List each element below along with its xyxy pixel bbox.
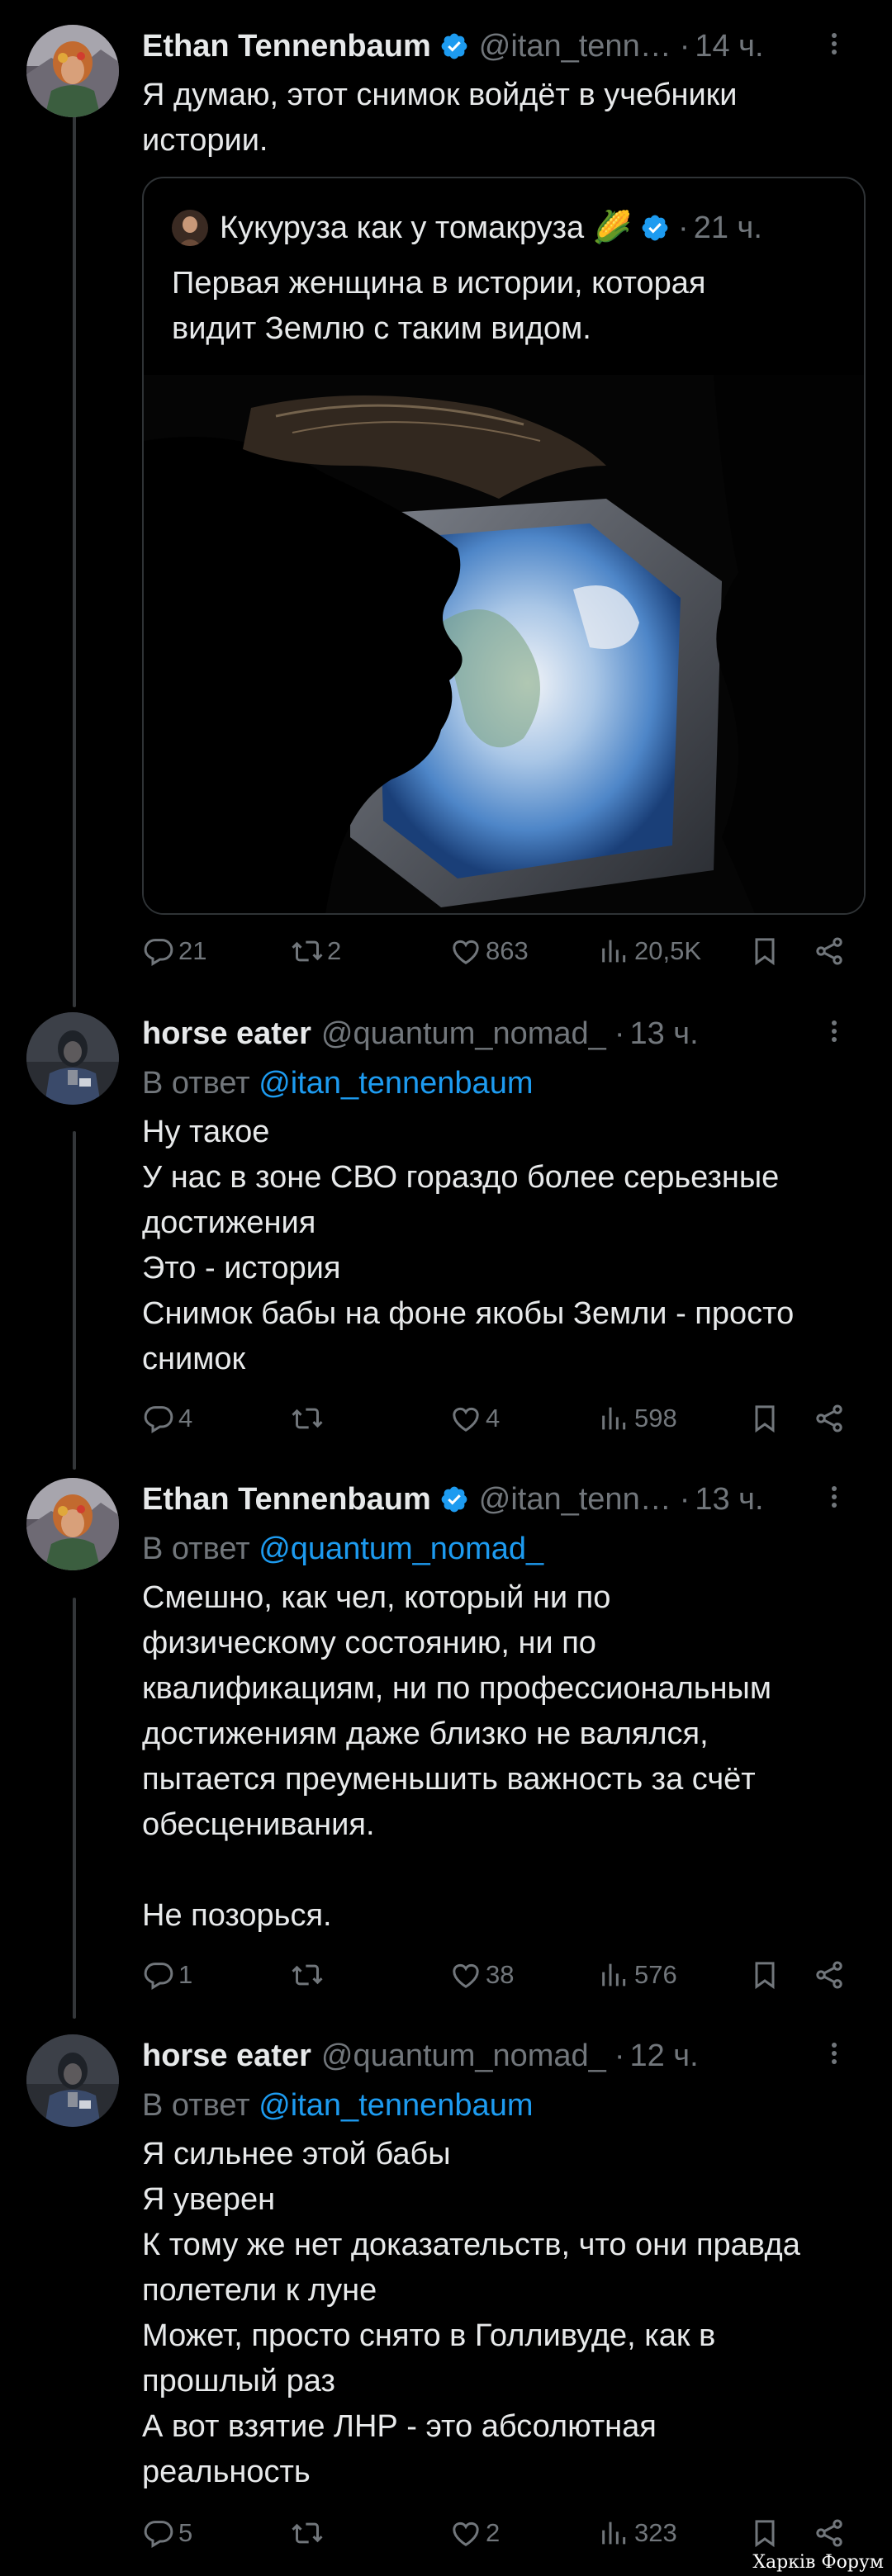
verified-badge-icon	[439, 1485, 469, 1514]
timestamp[interactable]: 12 ч.	[629, 2039, 698, 2074]
author-name[interactable]: Ethan Tennenbaum	[142, 29, 431, 64]
tweet-header: horse eater @quantum_nomad_ · 13 ч.	[142, 1016, 699, 1052]
thread-line	[73, 116, 76, 1007]
quote-photo[interactable]	[144, 375, 864, 913]
tweet-text: Ну такое У нас в зоне СВО гораздо более …	[142, 1115, 795, 1376]
verified-badge-icon	[640, 213, 670, 243]
quote-text: Первая женщина в истории, которая видит …	[172, 266, 706, 346]
tweet-actions: 4 4 598	[142, 1395, 859, 1442]
tweet-text: Я сильнее этой бабы Я уверен К тому же н…	[142, 2137, 800, 2489]
author-handle[interactable]: @quantum_nomad_	[321, 1016, 606, 1052]
quote-avatar	[172, 210, 208, 246]
watermark: Харків Форум	[752, 2552, 884, 2573]
timestamp[interactable]: 13 ч.	[695, 1482, 763, 1518]
verified-badge-icon	[439, 31, 469, 61]
views-button[interactable]: 323	[598, 2517, 677, 2550]
timestamp[interactable]: 13 ч.	[629, 1016, 698, 1052]
thread-line	[73, 1598, 76, 2019]
reply-context: В ответ @itan_tennenbaum	[142, 2088, 534, 2123]
quote-timestamp: 21 ч.	[693, 210, 762, 245]
quoted-tweet[interactable]: Кукуруза как у томакруза 🌽 · 21 ч. Перва…	[142, 177, 866, 915]
tweet-text: Я думаю, этот снимок войдёт в учебники и…	[142, 78, 738, 158]
avatar[interactable]	[26, 2034, 119, 2127]
bookmark-button[interactable]	[748, 1958, 781, 1991]
reply-to-link[interactable]: @itan_tennenbaum	[259, 1066, 533, 1101]
author-name[interactable]: horse eater	[142, 1016, 311, 1052]
timestamp[interactable]: 14 ч.	[695, 29, 763, 64]
share-button[interactable]	[813, 1958, 846, 1991]
bookmark-button[interactable]	[748, 935, 781, 968]
reply-context: В ответ @itan_tennenbaum	[142, 1066, 534, 1101]
retweet-button[interactable]	[291, 2517, 327, 2550]
quote-header: Кукуруза как у томакруза 🌽 · 21 ч.	[172, 203, 864, 253]
tweet-actions: 21 2 863 20,5K	[142, 928, 859, 974]
share-button[interactable]	[813, 1402, 846, 1435]
more-options-icon[interactable]	[816, 1483, 852, 1516]
tweet-text: Смешно, как чел, который ни по физическо…	[142, 1580, 771, 1933]
tweet-header: horse eater @quantum_nomad_ · 12 ч.	[142, 2038, 699, 2074]
like-button[interactable]: 863	[449, 935, 529, 968]
like-button[interactable]: 38	[449, 1958, 514, 1991]
retweet-button[interactable]	[291, 1958, 327, 1991]
author-handle[interactable]: @itan_tenn…	[479, 29, 671, 64]
reply-button[interactable]: 4	[142, 1402, 192, 1435]
quote-author-name: Кукуруза как у томакруза 🌽	[220, 211, 633, 245]
more-options-icon[interactable]	[816, 30, 852, 63]
bookmark-button[interactable]	[748, 1402, 781, 1435]
more-options-icon[interactable]	[816, 1017, 852, 1050]
tweet-actions: 1 38 576	[142, 1952, 859, 1998]
tweet-actions: 5 2 323	[142, 2510, 859, 2556]
views-button[interactable]: 576	[598, 1958, 677, 1991]
tweet-header: Ethan Tennenbaum @itan_tenn… · 13 ч.	[142, 1481, 764, 1518]
reply-to-link[interactable]: @quantum_nomad_	[259, 1532, 543, 1566]
like-button[interactable]: 2	[449, 2517, 500, 2550]
reply-button[interactable]: 5	[142, 2517, 192, 2550]
author-handle[interactable]: @itan_tenn…	[479, 1482, 671, 1518]
reply-button[interactable]: 21	[142, 935, 206, 968]
share-button[interactable]	[813, 2517, 846, 2550]
thread-line	[73, 1131, 76, 1470]
bookmark-button[interactable]	[748, 2517, 781, 2550]
reply-button[interactable]: 1	[142, 1958, 192, 1991]
share-button[interactable]	[813, 935, 846, 968]
author-name[interactable]: Ethan Tennenbaum	[142, 1482, 431, 1518]
avatar[interactable]	[26, 1012, 119, 1105]
reply-context: В ответ @quantum_nomad_	[142, 1532, 544, 1566]
tweet-header: Ethan Tennenbaum @itan_tenn… · 14 ч.	[142, 28, 764, 64]
retweet-button[interactable]	[291, 1402, 327, 1435]
like-button[interactable]: 4	[449, 1402, 500, 1435]
reply-to-link[interactable]: @itan_tennenbaum	[259, 2088, 533, 2123]
more-options-icon[interactable]	[816, 2039, 852, 2072]
avatar[interactable]	[26, 25, 119, 117]
author-name[interactable]: horse eater	[142, 2039, 311, 2074]
author-handle[interactable]: @quantum_nomad_	[321, 2039, 606, 2074]
views-button[interactable]: 20,5K	[598, 935, 701, 968]
views-button[interactable]: 598	[598, 1402, 677, 1435]
retweet-button[interactable]: 2	[291, 935, 341, 968]
avatar[interactable]	[26, 1478, 119, 1570]
